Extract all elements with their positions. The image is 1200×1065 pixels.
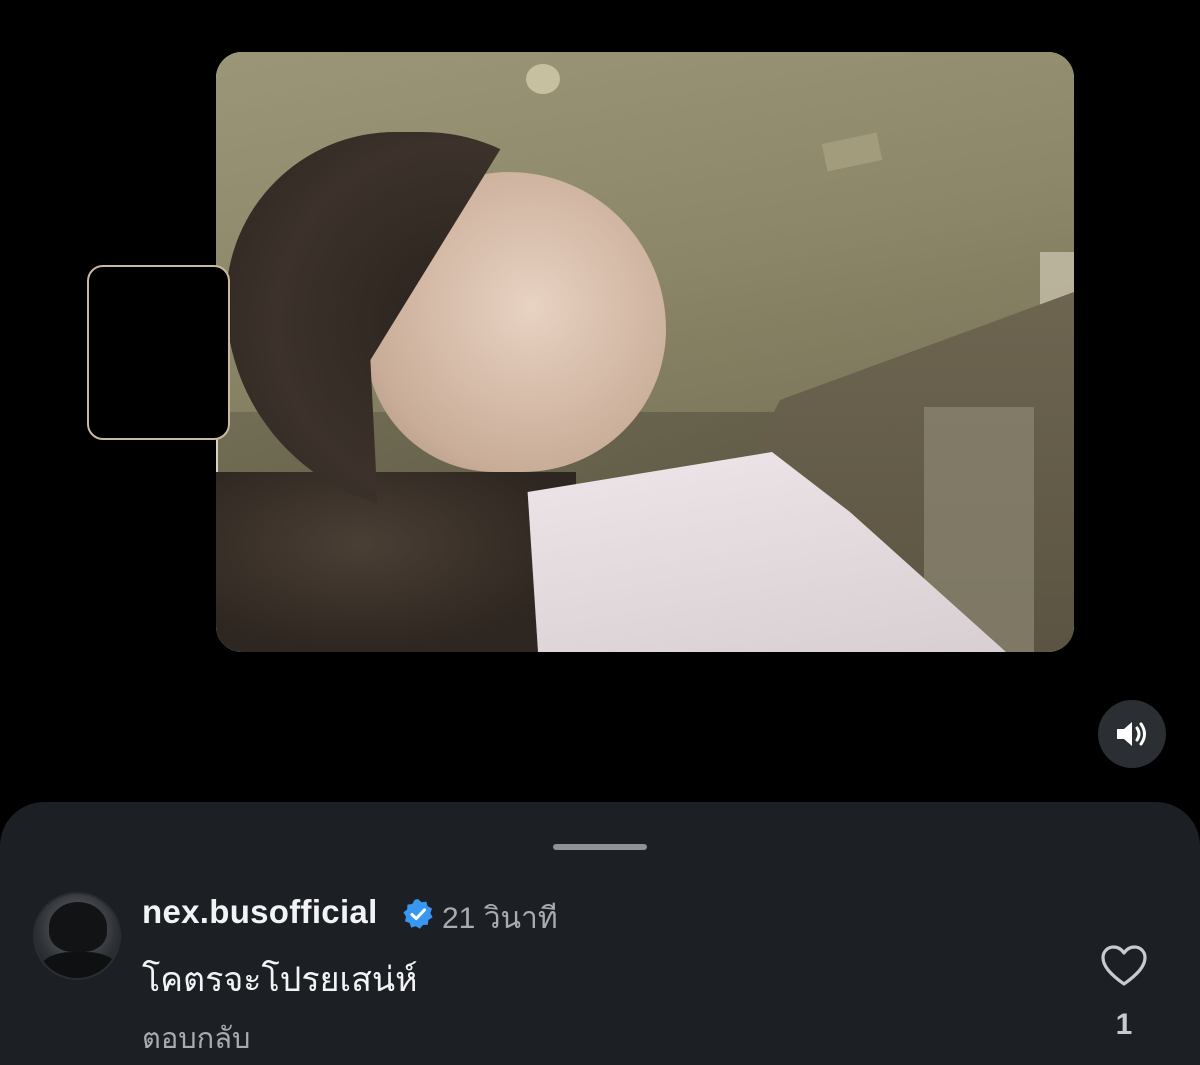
screen: nex.busofficial 21 วินาที โคตรจะโปรยเสน่… (0, 0, 1200, 1065)
speaker-icon (1117, 722, 1146, 746)
reply-button[interactable]: ตอบกลับ (142, 1015, 250, 1061)
avatar-body (41, 952, 117, 978)
avatar[interactable] (33, 892, 121, 980)
verified-badge-icon (403, 899, 433, 929)
film-frame-cutout (87, 265, 230, 440)
video-player[interactable] (0, 0, 1200, 800)
comment-username[interactable]: nex.busofficial (142, 893, 378, 931)
scene-chair (216, 472, 576, 652)
heart-icon[interactable] (1100, 944, 1148, 988)
like-count: 1 (1115, 1008, 1133, 1041)
scene-lamp (526, 64, 560, 94)
sound-toggle-button[interactable] (1098, 700, 1166, 768)
avatar-hair (49, 902, 107, 952)
comment-text: โคตรจะโปรยเสน่ห์ (142, 961, 418, 999)
video-frame (216, 52, 1074, 652)
comment-timestamp: 21 วินาที (442, 902, 558, 935)
sheet-grabber[interactable] (553, 844, 647, 850)
